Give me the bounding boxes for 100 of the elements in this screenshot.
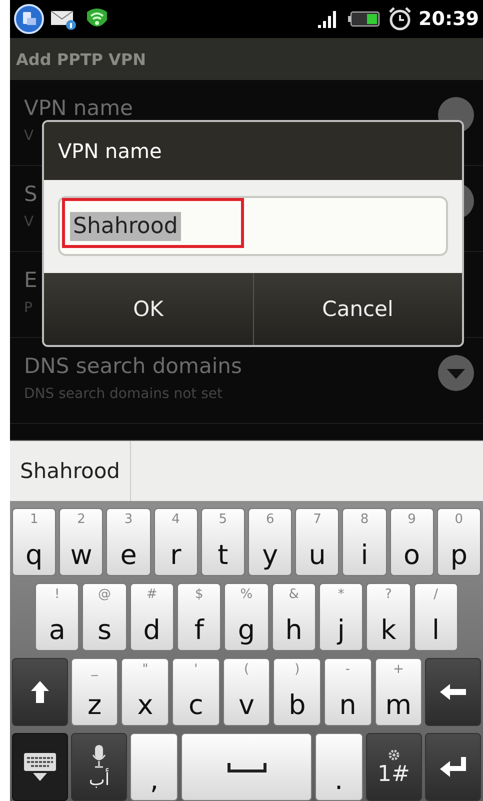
setting-title[interactable]: DNS search domains: [24, 354, 242, 378]
dialog-title: VPN name: [58, 139, 162, 163]
setting-title[interactable]: E: [24, 268, 38, 292]
space-key[interactable]: [181, 733, 312, 801]
key[interactable]: & h: [272, 583, 316, 651]
key-label: b: [288, 692, 306, 719]
key[interactable]: 0 p: [436, 508, 482, 576]
key[interactable]: 8 i: [342, 508, 387, 576]
key-hint: !: [54, 587, 61, 602]
backspace-key[interactable]: [425, 658, 482, 726]
key-hint: 3: [123, 512, 134, 527]
key-label: x: [137, 692, 154, 719]
key[interactable]: 3 e: [106, 508, 151, 576]
key-label: r: [170, 542, 182, 569]
key[interactable]: 1 q: [12, 508, 56, 576]
key-hint: @: [96, 587, 112, 602]
key-hint: 7: [312, 512, 322, 527]
key-hint: &: [288, 587, 300, 602]
key[interactable]: $ f: [176, 583, 222, 651]
key-hint: 9: [406, 512, 417, 527]
key-hint: ': [193, 662, 199, 677]
key-label: .: [334, 767, 344, 794]
keyboard-switch-key[interactable]: [12, 733, 68, 801]
key-label: n: [339, 692, 356, 719]
text-input-field[interactable]: Shahrood: [58, 196, 448, 256]
key[interactable]: .: [314, 733, 363, 801]
key[interactable]: 2 w: [59, 508, 104, 576]
key[interactable]: * j: [318, 583, 364, 651]
key-label: v: [238, 692, 254, 719]
key-label: g: [238, 617, 256, 644]
key-hint: ": [141, 662, 150, 677]
key-label: a: [48, 617, 66, 644]
key-hint: 1: [28, 512, 40, 527]
key[interactable]: 6 y: [248, 508, 292, 576]
key[interactable]: / l: [414, 583, 458, 651]
setting-summary: V: [24, 128, 35, 144]
input-value: Shahrood: [70, 212, 181, 240]
key-label: o: [403, 542, 420, 569]
keyboard-icon: [23, 752, 58, 782]
key[interactable]: _ z: [70, 658, 118, 726]
key[interactable]: ) b: [273, 658, 321, 726]
key[interactable]: ! a: [35, 583, 80, 651]
key-label: p: [450, 542, 468, 569]
key-hint: %: [239, 587, 254, 602]
key[interactable]: % g: [224, 583, 269, 651]
key[interactable]: 7 u: [295, 508, 340, 576]
key-label: t: [218, 542, 228, 569]
key-label: ,: [150, 767, 159, 794]
key-label: أب: [88, 770, 110, 790]
key[interactable]: 9 o: [390, 508, 434, 576]
key-hint: (: [242, 662, 250, 677]
key-hint: +: [392, 662, 405, 677]
symbols-key[interactable]: 1#: [366, 733, 422, 801]
dialog-button[interactable]: OK: [44, 273, 252, 345]
key-label: j: [337, 617, 345, 644]
key-hint: *: [336, 587, 346, 602]
key-hint: #: [145, 587, 158, 602]
key-hint: -: [344, 662, 352, 677]
key-label: k: [380, 617, 396, 644]
key-label: z: [88, 692, 102, 719]
key-hint: 2: [76, 512, 86, 527]
microphone-icon: [91, 744, 108, 768]
shift-key[interactable]: [12, 658, 68, 726]
key[interactable]: 4 r: [154, 508, 198, 576]
key-label: m: [385, 692, 412, 719]
key[interactable]: ( v: [222, 658, 270, 726]
setting-title[interactable]: VPN name: [24, 96, 133, 120]
key-hint: $: [194, 587, 204, 602]
key[interactable]: " x: [121, 658, 170, 726]
key-label: h: [285, 617, 302, 644]
key[interactable]: ,: [130, 733, 178, 801]
key[interactable]: - n: [324, 658, 372, 726]
screen-title: Add PPTP VPN: [16, 50, 146, 68]
left-arrow-icon: [439, 683, 468, 701]
key-hint: 5: [218, 512, 228, 527]
dropdown-icon[interactable]: [437, 354, 475, 392]
clock-time: 20:39: [418, 8, 479, 30]
key-label: s: [97, 617, 112, 644]
key[interactable]: + m: [374, 658, 422, 726]
key-label: q: [26, 542, 43, 569]
key[interactable]: 5 t: [200, 508, 246, 576]
gear-icon: [386, 748, 401, 762]
key[interactable]: # d: [130, 583, 174, 651]
key[interactable]: ? k: [366, 583, 411, 651]
key-hint: 0: [454, 512, 464, 527]
dialog-button[interactable]: Cancel: [252, 273, 462, 345]
key-hint: ): [294, 662, 301, 677]
setting-summary: P: [24, 300, 34, 316]
setting-title[interactable]: S: [24, 182, 38, 206]
key-hint: ?: [384, 587, 393, 602]
key-hint: 6: [264, 512, 276, 527]
enter-arrow-icon: [438, 756, 467, 778]
voice-language-key[interactable]: أب: [71, 733, 128, 801]
battery-icon: [346, 9, 381, 29]
key-hint: _: [90, 662, 99, 677]
key[interactable]: @ s: [82, 583, 127, 651]
key-label: l: [432, 617, 440, 644]
key[interactable]: ' c: [172, 658, 220, 726]
setting-summary: V: [24, 214, 35, 230]
enter-key[interactable]: [424, 733, 482, 801]
